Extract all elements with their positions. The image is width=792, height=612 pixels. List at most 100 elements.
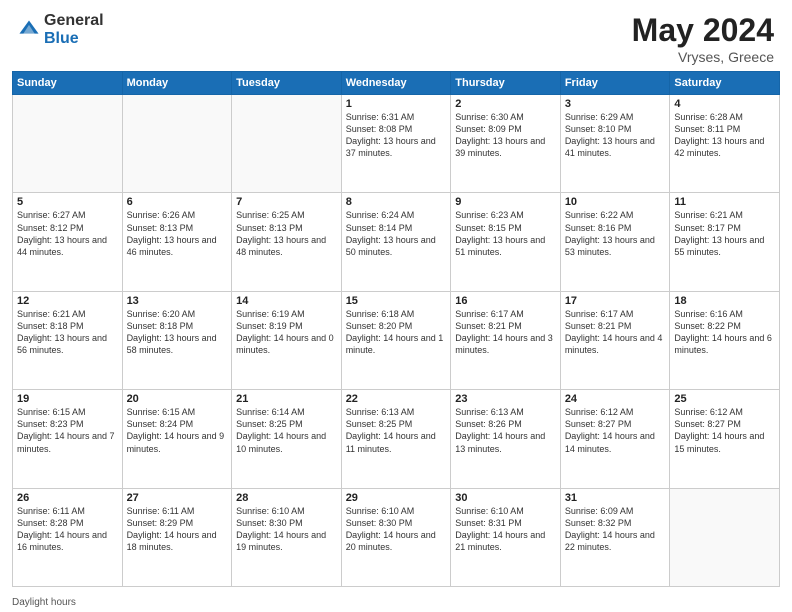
day-number: 6 (127, 196, 228, 208)
day-number: 10 (565, 196, 666, 208)
day-info: Sunrise: 6:09 AMSunset: 8:32 PMDaylight:… (565, 505, 666, 554)
day-info: Sunrise: 6:19 AMSunset: 8:19 PMDaylight:… (236, 308, 337, 357)
calendar-cell: 17Sunrise: 6:17 AMSunset: 8:21 PMDayligh… (560, 291, 670, 389)
logo-general-text: General (44, 12, 104, 29)
week-row-1: 1Sunrise: 6:31 AMSunset: 8:08 PMDaylight… (13, 95, 780, 193)
calendar-cell: 27Sunrise: 6:11 AMSunset: 8:29 PMDayligh… (122, 488, 232, 586)
day-number: 30 (455, 492, 556, 504)
calendar-cell (122, 95, 232, 193)
day-info: Sunrise: 6:29 AMSunset: 8:10 PMDaylight:… (565, 111, 666, 160)
calendar-cell: 3Sunrise: 6:29 AMSunset: 8:10 PMDaylight… (560, 95, 670, 193)
day-number: 5 (17, 196, 118, 208)
calendar-cell: 31Sunrise: 6:09 AMSunset: 8:32 PMDayligh… (560, 488, 670, 586)
calendar-cell (232, 95, 342, 193)
day-info: Sunrise: 6:13 AMSunset: 8:26 PMDaylight:… (455, 406, 556, 455)
day-info: Sunrise: 6:15 AMSunset: 8:23 PMDaylight:… (17, 406, 118, 455)
calendar-cell: 26Sunrise: 6:11 AMSunset: 8:28 PMDayligh… (13, 488, 123, 586)
day-number: 17 (565, 295, 666, 307)
day-number: 21 (236, 393, 337, 405)
footer-note: Daylight hours (0, 595, 792, 612)
calendar-cell: 5Sunrise: 6:27 AMSunset: 8:12 PMDaylight… (13, 193, 123, 291)
day-number: 7 (236, 196, 337, 208)
day-number: 31 (565, 492, 666, 504)
day-info: Sunrise: 6:31 AMSunset: 8:08 PMDaylight:… (346, 111, 447, 160)
weekday-header-wednesday: Wednesday (341, 72, 451, 95)
day-number: 14 (236, 295, 337, 307)
day-info: Sunrise: 6:16 AMSunset: 8:22 PMDaylight:… (674, 308, 775, 357)
calendar-cell: 12Sunrise: 6:21 AMSunset: 8:18 PMDayligh… (13, 291, 123, 389)
week-row-3: 12Sunrise: 6:21 AMSunset: 8:18 PMDayligh… (13, 291, 780, 389)
day-number: 9 (455, 196, 556, 208)
day-number: 4 (674, 98, 775, 110)
day-number: 24 (565, 393, 666, 405)
day-info: Sunrise: 6:11 AMSunset: 8:28 PMDaylight:… (17, 505, 118, 554)
day-info: Sunrise: 6:23 AMSunset: 8:15 PMDaylight:… (455, 209, 556, 258)
calendar-cell: 1Sunrise: 6:31 AMSunset: 8:08 PMDaylight… (341, 95, 451, 193)
page: General Blue May 2024 Vryses, Greece Sun… (0, 0, 792, 612)
calendar-cell: 10Sunrise: 6:22 AMSunset: 8:16 PMDayligh… (560, 193, 670, 291)
calendar-cell: 15Sunrise: 6:18 AMSunset: 8:20 PMDayligh… (341, 291, 451, 389)
weekday-header-saturday: Saturday (670, 72, 780, 95)
calendar-cell: 6Sunrise: 6:26 AMSunset: 8:13 PMDaylight… (122, 193, 232, 291)
day-number: 29 (346, 492, 447, 504)
weekday-header-thursday: Thursday (451, 72, 561, 95)
calendar-cell: 4Sunrise: 6:28 AMSunset: 8:11 PMDaylight… (670, 95, 780, 193)
day-number: 12 (17, 295, 118, 307)
logo: General Blue (18, 12, 104, 47)
calendar-cell: 14Sunrise: 6:19 AMSunset: 8:19 PMDayligh… (232, 291, 342, 389)
day-info: Sunrise: 6:11 AMSunset: 8:29 PMDaylight:… (127, 505, 228, 554)
day-info: Sunrise: 6:22 AMSunset: 8:16 PMDaylight:… (565, 209, 666, 258)
day-number: 18 (674, 295, 775, 307)
calendar-cell (670, 488, 780, 586)
day-info: Sunrise: 6:12 AMSunset: 8:27 PMDaylight:… (565, 406, 666, 455)
calendar-cell (13, 95, 123, 193)
month-title: May 2024 (632, 12, 774, 49)
header: General Blue May 2024 Vryses, Greece (0, 0, 792, 71)
day-info: Sunrise: 6:12 AMSunset: 8:27 PMDaylight:… (674, 406, 775, 455)
weekday-header-row: SundayMondayTuesdayWednesdayThursdayFrid… (13, 72, 780, 95)
day-number: 2 (455, 98, 556, 110)
calendar-cell: 21Sunrise: 6:14 AMSunset: 8:25 PMDayligh… (232, 390, 342, 488)
day-info: Sunrise: 6:28 AMSunset: 8:11 PMDaylight:… (674, 111, 775, 160)
day-number: 3 (565, 98, 666, 110)
day-info: Sunrise: 6:14 AMSunset: 8:25 PMDaylight:… (236, 406, 337, 455)
day-number: 20 (127, 393, 228, 405)
location: Vryses, Greece (632, 49, 774, 65)
logo-icon (18, 19, 40, 41)
calendar-cell: 30Sunrise: 6:10 AMSunset: 8:31 PMDayligh… (451, 488, 561, 586)
calendar-cell: 16Sunrise: 6:17 AMSunset: 8:21 PMDayligh… (451, 291, 561, 389)
day-number: 11 (674, 196, 775, 208)
calendar-cell: 8Sunrise: 6:24 AMSunset: 8:14 PMDaylight… (341, 193, 451, 291)
day-number: 28 (236, 492, 337, 504)
calendar-cell: 19Sunrise: 6:15 AMSunset: 8:23 PMDayligh… (13, 390, 123, 488)
calendar-cell: 13Sunrise: 6:20 AMSunset: 8:18 PMDayligh… (122, 291, 232, 389)
day-number: 25 (674, 393, 775, 405)
weekday-header-sunday: Sunday (13, 72, 123, 95)
day-info: Sunrise: 6:20 AMSunset: 8:18 PMDaylight:… (127, 308, 228, 357)
weekday-header-friday: Friday (560, 72, 670, 95)
logo-blue-text: Blue (44, 30, 79, 47)
calendar-cell: 25Sunrise: 6:12 AMSunset: 8:27 PMDayligh… (670, 390, 780, 488)
day-number: 27 (127, 492, 228, 504)
day-info: Sunrise: 6:24 AMSunset: 8:14 PMDaylight:… (346, 209, 447, 258)
calendar-cell: 7Sunrise: 6:25 AMSunset: 8:13 PMDaylight… (232, 193, 342, 291)
day-info: Sunrise: 6:10 AMSunset: 8:30 PMDaylight:… (236, 505, 337, 554)
calendar-cell: 24Sunrise: 6:12 AMSunset: 8:27 PMDayligh… (560, 390, 670, 488)
day-number: 1 (346, 98, 447, 110)
calendar-table: SundayMondayTuesdayWednesdayThursdayFrid… (12, 71, 780, 587)
calendar-cell: 2Sunrise: 6:30 AMSunset: 8:09 PMDaylight… (451, 95, 561, 193)
calendar-cell: 23Sunrise: 6:13 AMSunset: 8:26 PMDayligh… (451, 390, 561, 488)
calendar-cell: 9Sunrise: 6:23 AMSunset: 8:15 PMDaylight… (451, 193, 561, 291)
calendar-cell: 11Sunrise: 6:21 AMSunset: 8:17 PMDayligh… (670, 193, 780, 291)
day-info: Sunrise: 6:30 AMSunset: 8:09 PMDaylight:… (455, 111, 556, 160)
calendar: SundayMondayTuesdayWednesdayThursdayFrid… (0, 71, 792, 595)
day-info: Sunrise: 6:10 AMSunset: 8:30 PMDaylight:… (346, 505, 447, 554)
day-info: Sunrise: 6:27 AMSunset: 8:12 PMDaylight:… (17, 209, 118, 258)
day-number: 8 (346, 196, 447, 208)
day-info: Sunrise: 6:17 AMSunset: 8:21 PMDaylight:… (565, 308, 666, 357)
day-info: Sunrise: 6:21 AMSunset: 8:17 PMDaylight:… (674, 209, 775, 258)
day-info: Sunrise: 6:25 AMSunset: 8:13 PMDaylight:… (236, 209, 337, 258)
day-number: 23 (455, 393, 556, 405)
calendar-cell: 20Sunrise: 6:15 AMSunset: 8:24 PMDayligh… (122, 390, 232, 488)
calendar-cell: 29Sunrise: 6:10 AMSunset: 8:30 PMDayligh… (341, 488, 451, 586)
